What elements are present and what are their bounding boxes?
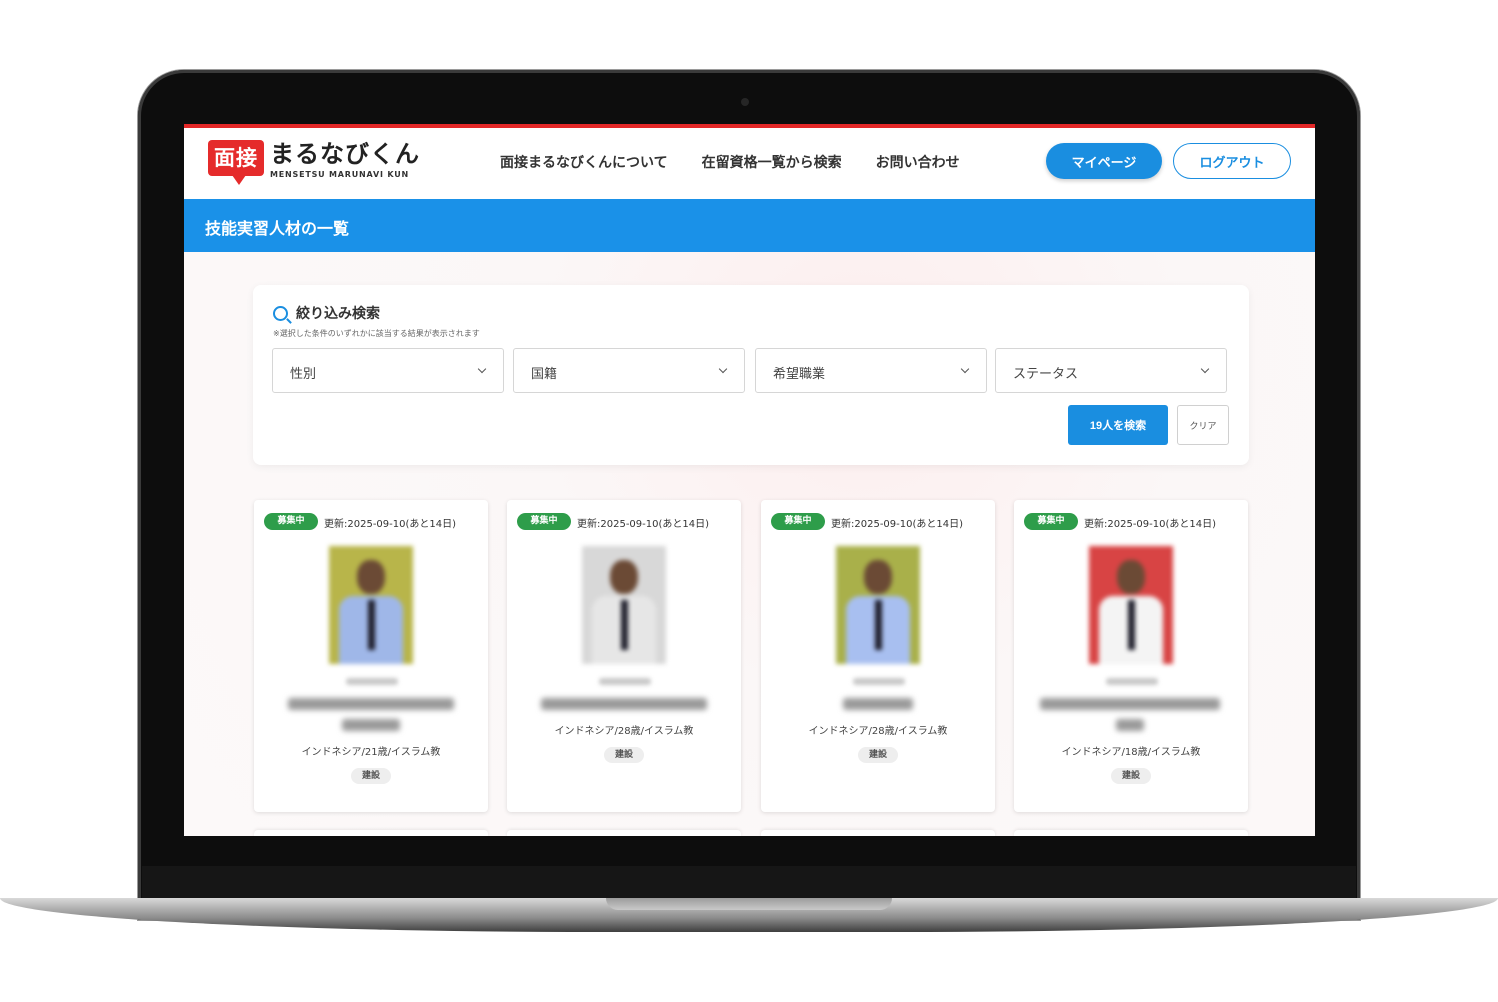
filter-panel: 絞り込み検索 ※選択した条件のいずれかに該当する結果が表示されます 性別 国籍 … xyxy=(253,285,1249,465)
select-nationality[interactable]: 国籍 xyxy=(513,348,745,393)
candidate-photo xyxy=(329,546,413,664)
candidate-name-blurred xyxy=(541,698,707,710)
candidate-name-blurred xyxy=(288,698,454,710)
nav-contact[interactable]: お問い合わせ xyxy=(876,152,960,172)
select-status-label: ステータス xyxy=(1013,367,1079,382)
status-badge: 募集中 xyxy=(1024,513,1078,530)
filter-title-text: 絞り込み検索 xyxy=(296,306,380,322)
select-gender[interactable]: 性別 xyxy=(272,348,504,393)
job-tag: 建設 xyxy=(1111,768,1151,784)
candidate-card[interactable]: 募集中 更新:2025-09-10(あと14日) インドネシア/21歳/イスラム… xyxy=(254,500,488,812)
candidate-card[interactable]: 募集中 更新:2025-09-10(あと14日) インドネシア/28歳/イスラム… xyxy=(507,500,741,812)
select-desired-job-label: 希望職業 xyxy=(773,367,826,382)
chevron-down-icon xyxy=(477,364,487,374)
page-title-bar: 技能実習人材の一覧 xyxy=(184,199,1315,252)
status-badge: 募集中 xyxy=(771,513,825,530)
status-badge: 募集中 xyxy=(264,513,318,530)
candidate-id-blurred xyxy=(346,678,398,685)
chevron-down-icon xyxy=(1200,364,1210,374)
candidate-info: インドネシア/28歳/イスラム教 xyxy=(554,726,694,737)
candidate-name-blurred xyxy=(1116,719,1144,731)
candidate-info: インドネシア/18歳/イスラム教 xyxy=(1061,747,1201,758)
candidate-info: インドネシア/21歳/イスラム教 xyxy=(301,747,441,758)
updated-date: 更新:2025-09-10(あと14日) xyxy=(577,519,710,530)
status-badge: 募集中 xyxy=(517,513,571,530)
candidate-card[interactable]: 募集中 更新:2025-09-10(あと14日) インドネシア/28歳/イスラム… xyxy=(761,500,995,812)
browser-screen: 面接 まるなびくん MENSETSU MARUNAVI KUN 面接まるなびくん… xyxy=(184,124,1315,836)
chevron-down-icon xyxy=(718,364,728,374)
laptop-notch xyxy=(606,898,892,910)
updated-date: 更新:2025-09-10(あと14日) xyxy=(324,519,457,530)
candidate-name-blurred xyxy=(1040,698,1220,710)
candidate-photo xyxy=(1089,546,1173,664)
search-icon xyxy=(273,305,288,321)
candidate-info: インドネシア/28歳/イスラム教 xyxy=(808,726,948,737)
logo-speech-badge: 面接 xyxy=(208,140,264,185)
logo-sub-text: MENSETSU MARUNAVI KUN xyxy=(270,170,410,179)
select-desired-job[interactable]: 希望職業 xyxy=(755,348,987,393)
job-tag: 建設 xyxy=(604,747,644,763)
chevron-down-icon xyxy=(960,364,970,374)
next-row-card xyxy=(507,830,741,836)
filter-title: 絞り込み検索 xyxy=(273,303,380,323)
logo-main-text: まるなびくん xyxy=(270,140,420,168)
nav-search-by-status[interactable]: 在留資格一覧から検索 xyxy=(702,152,842,172)
page-title: 技能実習人材の一覧 xyxy=(205,219,350,238)
site-logo[interactable]: 面接 まるなびくん MENSETSU MARUNAVI KUN xyxy=(208,140,420,185)
nav-about[interactable]: 面接まるなびくんについて xyxy=(500,152,668,172)
updated-date: 更新:2025-09-10(あと14日) xyxy=(831,519,964,530)
candidate-photo xyxy=(836,546,920,664)
filter-note: ※選択した条件のいずれかに該当する結果が表示されます xyxy=(273,329,480,338)
candidate-id-blurred xyxy=(1106,678,1158,685)
site-header: 面接 まるなびくん MENSETSU MARUNAVI KUN 面接まるなびくん… xyxy=(184,128,1315,199)
job-tag: 建設 xyxy=(858,747,898,763)
logo-text: まるなびくん MENSETSU MARUNAVI KUN xyxy=(270,140,420,179)
select-nationality-label: 国籍 xyxy=(531,367,558,382)
search-button[interactable]: 19人を検索 xyxy=(1068,405,1168,445)
laptop-chin xyxy=(142,866,1356,902)
select-status[interactable]: ステータス xyxy=(995,348,1227,393)
job-tag: 建設 xyxy=(351,768,391,784)
candidate-card[interactable]: 募集中 更新:2025-09-10(あと14日) インドネシア/18歳/イスラム… xyxy=(1014,500,1248,812)
logout-button[interactable]: ログアウト xyxy=(1173,143,1291,179)
camera xyxy=(741,98,749,106)
updated-date: 更新:2025-09-10(あと14日) xyxy=(1084,519,1217,530)
clear-button[interactable]: クリア xyxy=(1177,405,1229,445)
mypage-button[interactable]: マイページ xyxy=(1046,143,1162,179)
next-row-card xyxy=(1014,830,1248,836)
select-gender-label: 性別 xyxy=(290,367,317,382)
candidate-id-blurred xyxy=(853,678,905,685)
next-row-card xyxy=(254,830,488,836)
main-nav: 面接まるなびくんについて 在留資格一覧から検索 お問い合わせ xyxy=(500,152,960,172)
next-row-card xyxy=(761,830,995,836)
candidate-name-blurred xyxy=(342,719,400,731)
candidate-name-blurred xyxy=(843,698,913,710)
candidate-id-blurred xyxy=(599,678,651,685)
candidate-photo xyxy=(582,546,666,664)
